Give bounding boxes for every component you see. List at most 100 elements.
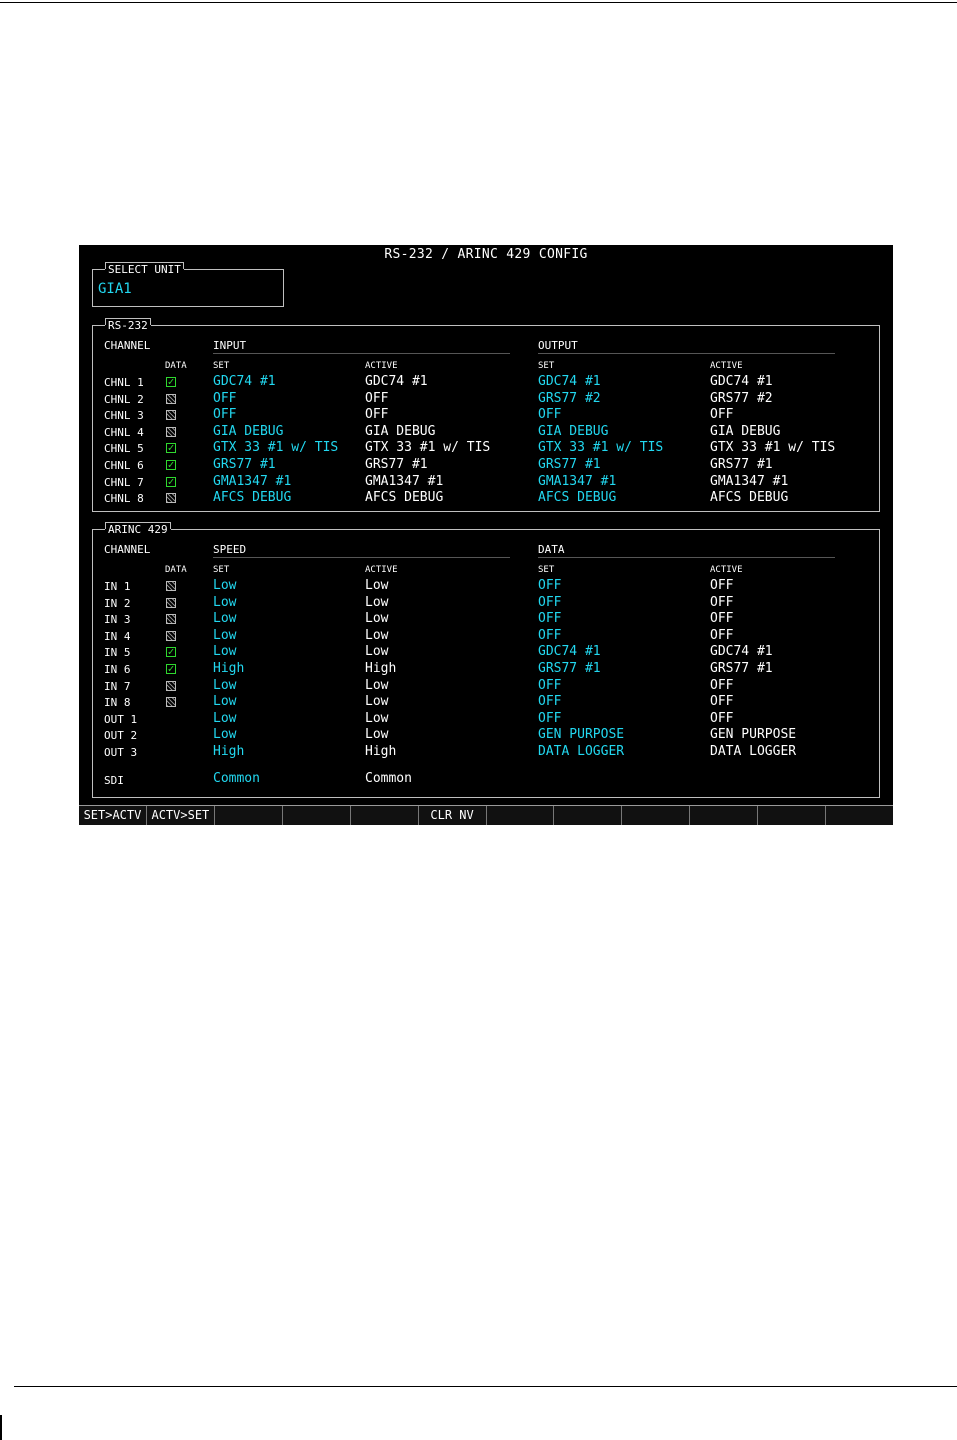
rs232-output-set[interactable]: GIA DEBUG	[538, 424, 608, 440]
rs232-input-active: GMA1347 #1	[365, 473, 444, 489]
data-unchecked-icon[interactable]	[166, 630, 176, 641]
rs232-output-set[interactable]: AFCS DEBUG	[538, 490, 616, 506]
rs232-channel-label: CHNL 4	[104, 425, 144, 439]
arinc-data-active: GDC74 #1	[710, 644, 773, 660]
arinc-speed-set[interactable]: Low	[213, 578, 236, 594]
data-checked-icon[interactable]: ✓	[166, 376, 176, 387]
arinc-data-set[interactable]: OFF	[538, 611, 561, 627]
data-unchecked-icon[interactable]	[166, 493, 176, 504]
softkey-bar: SET>ACTV ACTV>SET CLR NV	[79, 805, 894, 825]
softkey-2[interactable]: ACTV>SET	[146, 806, 215, 825]
rs232-input-set[interactable]: OFF	[213, 407, 236, 423]
rs232-input-set[interactable]: GIA DEBUG	[213, 424, 283, 440]
arinc-speed-active: Low	[365, 677, 389, 693]
sdi-set-value[interactable]: Common	[213, 771, 260, 787]
data-unchecked-icon[interactable]	[166, 581, 176, 591]
arinc-speed-header: SPEED	[213, 543, 247, 556]
data-unchecked-icon[interactable]	[166, 697, 176, 708]
arinc-data-set[interactable]: GEN PURPOSE	[538, 727, 624, 743]
rs232-input-set[interactable]: GMA1347 #1	[213, 474, 291, 490]
arinc-speed-set[interactable]: Low	[213, 595, 236, 611]
arinc-speed-active: Low	[365, 594, 389, 610]
arinc-data-set[interactable]: OFF	[538, 711, 561, 727]
arinc-data-set[interactable]: OFF	[538, 595, 561, 611]
arinc-speed-set[interactable]: Low	[213, 678, 236, 694]
arinc-data-set[interactable]: OFF	[538, 628, 561, 644]
rs232-input-active: AFCS DEBUG	[365, 490, 444, 506]
rs232-input-set[interactable]: OFF	[213, 391, 236, 407]
softkey-7[interactable]	[486, 806, 555, 825]
softkey-9[interactable]	[622, 806, 691, 825]
arinc-data-underline	[538, 557, 835, 558]
arinc-channel-label: OUT 3	[104, 746, 138, 759]
arinc-channel-label: OUT 2	[104, 729, 138, 743]
arinc-speed-set[interactable]: Low	[213, 611, 236, 627]
rs232-output-set[interactable]: OFF	[538, 407, 561, 423]
rs232-input-set[interactable]: GDC74 #1	[213, 374, 276, 390]
rs232-output-set[interactable]: GTX 33 #1 w/ TIS	[538, 440, 663, 456]
select-unit-legend: SELECT UNIT	[105, 262, 184, 277]
arinc-data-set-header: SET	[538, 565, 555, 575]
arinc-speed-set[interactable]: High	[213, 744, 244, 760]
data-checked-icon[interactable]: ✓	[166, 442, 176, 454]
softkey-10[interactable]	[690, 806, 759, 825]
arinc-data-set[interactable]: DATA LOGGER	[538, 744, 624, 760]
softkey-6[interactable]: CLR NV	[418, 806, 487, 825]
arinc-data-set[interactable]: GDC74 #1	[538, 644, 601, 660]
data-checked-icon[interactable]: ✓	[166, 476, 176, 487]
softkey-3[interactable]	[214, 806, 283, 825]
data-unchecked-icon[interactable]	[166, 597, 176, 608]
rs232-input-set[interactable]: AFCS DEBUG	[213, 490, 291, 506]
softkey-12[interactable]	[826, 806, 894, 825]
arinc-data-active: OFF	[710, 694, 734, 710]
softkey-8[interactable]	[554, 806, 623, 825]
data-checked-icon[interactable]: ✓	[166, 663, 176, 674]
rs232-output-set[interactable]: GRS77 #2	[538, 391, 601, 407]
rs232-output-active: GRS77 #2	[710, 390, 773, 406]
arinc-data-set[interactable]: GRS77 #1	[538, 661, 601, 677]
softkey-1[interactable]: SET>ACTV	[79, 806, 147, 825]
rs232-input-set[interactable]: GTX 33 #1 w/ TIS	[213, 440, 338, 456]
page-margin-mark	[0, 1415, 2, 1440]
arinc-data-active: DATA LOGGER	[710, 744, 797, 759]
arinc-data-set[interactable]: OFF	[538, 578, 561, 594]
softkey-11[interactable]	[758, 806, 827, 825]
arinc-data-header: DATA	[538, 543, 565, 556]
rs232-output-active-header: ACTIVE	[710, 361, 743, 371]
softkey-5[interactable]	[350, 806, 419, 825]
arinc-speed-active: High	[365, 744, 397, 759]
arinc-speed-set[interactable]: Low	[213, 711, 236, 727]
arinc-channel-label: IN 6	[104, 663, 131, 676]
softkey-4[interactable]	[282, 806, 351, 825]
rs232-output-set[interactable]: GMA1347 #1	[538, 474, 616, 490]
arinc-speed-set[interactable]: Low	[213, 628, 236, 644]
arinc-data-set[interactable]: OFF	[538, 694, 561, 710]
rs232-output-set[interactable]: GDC74 #1	[538, 374, 601, 390]
rs232-input-active: GRS77 #1	[365, 457, 428, 472]
arinc-channel-label: IN 7	[104, 679, 131, 693]
data-unchecked-icon[interactable]	[166, 426, 176, 437]
arinc-speed-set[interactable]: Low	[213, 644, 236, 660]
rs232-output-set[interactable]: GRS77 #1	[538, 457, 601, 473]
data-unchecked-icon[interactable]	[166, 614, 176, 625]
arinc-speed-active-header: ACTIVE	[365, 565, 398, 575]
select-unit-box[interactable]: SELECT UNIT GIA1	[92, 262, 284, 307]
data-unchecked-icon[interactable]	[166, 393, 176, 404]
data-unchecked-icon[interactable]	[166, 410, 176, 421]
arinc-channel-header: CHANNEL	[104, 543, 151, 556]
arinc-speed-set[interactable]: Low	[213, 694, 236, 710]
arinc-data-set[interactable]: OFF	[538, 678, 561, 694]
arinc-speed-set[interactable]: High	[213, 661, 244, 677]
rs232-input-header: INPUT	[213, 339, 247, 352]
select-unit-value[interactable]: GIA1	[98, 281, 132, 297]
rs232-channel-label: CHNL 5	[104, 442, 144, 456]
arinc-channel-label: IN 5	[104, 646, 131, 660]
page-top-rule	[0, 2, 957, 3]
data-unchecked-icon[interactable]	[166, 680, 176, 691]
arinc-speed-set[interactable]: Low	[213, 727, 236, 743]
data-checked-icon[interactable]: ✓	[166, 459, 176, 470]
data-checked-icon[interactable]: ✓	[166, 646, 176, 658]
arinc-speed-active: Low	[365, 710, 389, 726]
rs232-input-set[interactable]: GRS77 #1	[213, 457, 276, 473]
rs232-output-active: GTX 33 #1 w/ TIS	[710, 440, 836, 456]
